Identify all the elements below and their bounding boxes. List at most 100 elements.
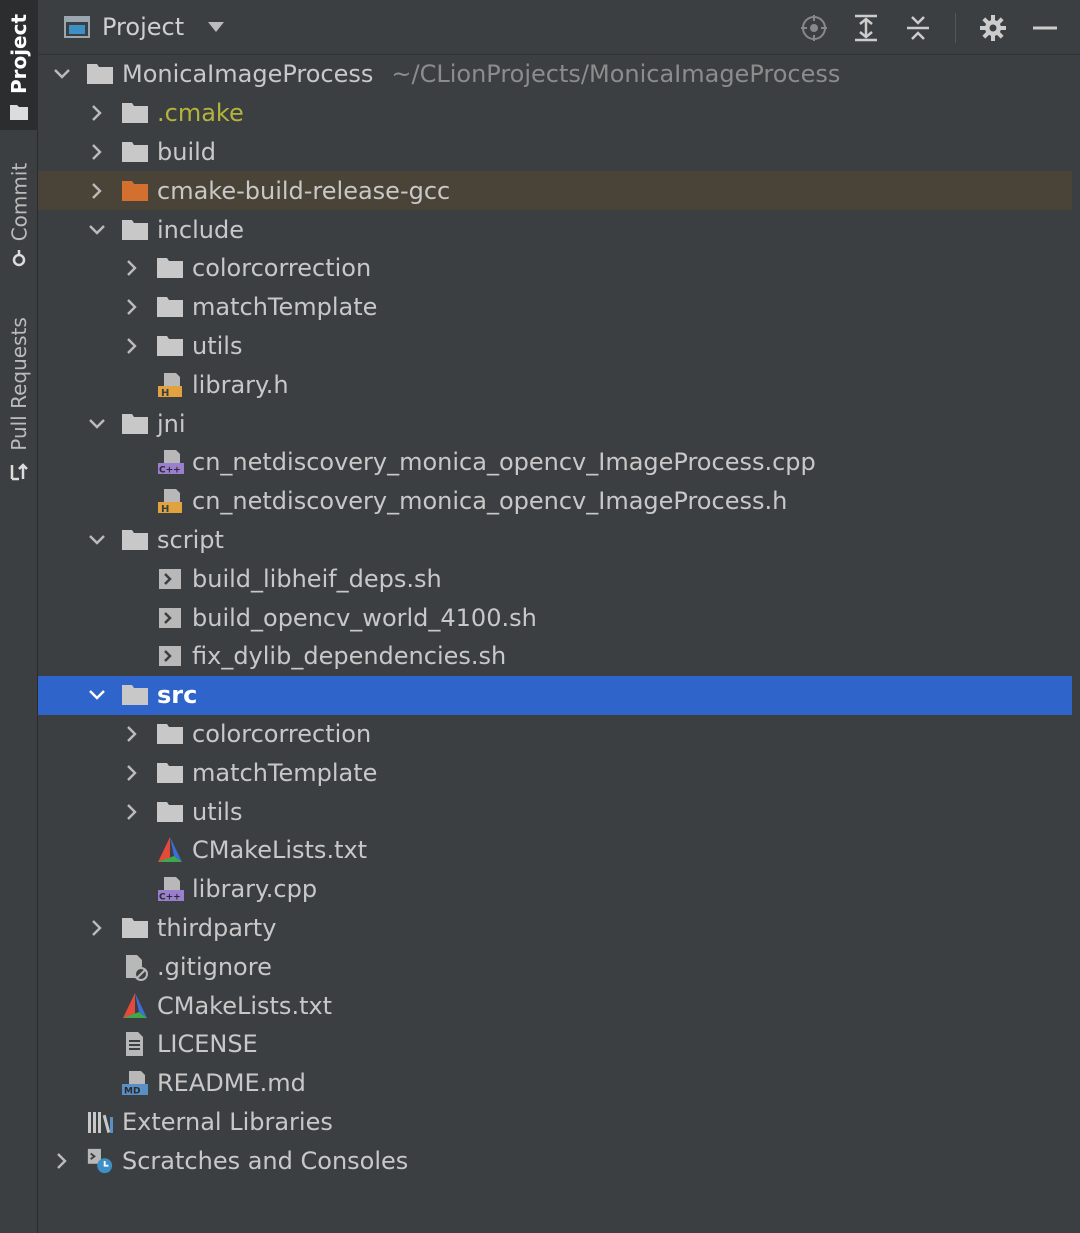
tree-row-label: matchTemplate [192, 293, 378, 322]
settings-button[interactable] [978, 13, 1008, 43]
shell-script-icon [156, 642, 184, 670]
tree-row[interactable]: MonicaImageProcess ~/CLionProjects/Monica… [38, 55, 1072, 94]
excluded-folder-icon [121, 177, 149, 205]
tree-row[interactable]: build_libheif_deps.sh [38, 559, 1072, 598]
folder-icon [121, 216, 149, 244]
locate-button[interactable] [799, 13, 829, 43]
expand-all-button[interactable] [851, 13, 881, 43]
tree-row-label: .cmake [157, 99, 244, 128]
tree-row[interactable]: matchTemplate [38, 753, 1072, 792]
svg-text:H: H [161, 388, 169, 399]
tree-row-label: CMakeLists.txt [157, 991, 333, 1020]
minimize-button[interactable] [1030, 13, 1060, 43]
tree-row[interactable]: build [38, 133, 1072, 172]
collapse-all-button[interactable] [903, 13, 933, 43]
tree-row[interactable]: matchTemplate [38, 288, 1072, 327]
svg-text:MD: MD [124, 1087, 140, 1097]
chevron-down-icon[interactable] [87, 414, 107, 434]
tree-row-label: LICENSE [157, 1030, 258, 1059]
chevron-right-icon[interactable] [52, 1151, 72, 1171]
header-file-icon: H [156, 371, 184, 399]
chevron-right-icon[interactable] [122, 336, 142, 356]
chevron-right-icon[interactable] [87, 142, 107, 162]
chevron-right-icon[interactable] [122, 802, 142, 822]
gear-icon [980, 14, 1006, 41]
tree-row[interactable]: colorcorrection [38, 249, 1072, 288]
strip-tab-label: Pull Requests [7, 317, 32, 451]
tool-window-strip: Project Commit Pull Requests [0, 0, 38, 1233]
tree-row[interactable]: CMakeLists.txt [38, 986, 1072, 1025]
tree-row-label: library.h [192, 370, 289, 399]
strip-tab-project[interactable]: Project [0, 0, 38, 130]
project-window-icon [64, 16, 90, 38]
project-tree: MonicaImageProcess ~/CLionProjects/Monica… [38, 55, 1072, 1180]
tree-row[interactable]: CMakeLists.txt [38, 831, 1072, 870]
cpp-file-icon: C++ [156, 875, 184, 903]
tree-row-label: cn_netdiscovery_monica_opencv_ImageProce… [192, 487, 788, 516]
tree-row-label: README.md [157, 1069, 306, 1098]
tree-row-label: CMakeLists.txt [192, 836, 368, 865]
text-file-icon [121, 1030, 149, 1058]
tree-row[interactable]: utils [38, 792, 1072, 831]
project-title[interactable]: Project [102, 13, 184, 41]
folder-icon [121, 914, 149, 942]
tree-row[interactable]: .gitignore [38, 947, 1072, 986]
tree-row[interactable]: MD README.md [38, 1064, 1072, 1103]
chevron-down-icon[interactable] [208, 22, 225, 32]
tree-row-label: MonicaImageProcess [122, 60, 374, 89]
tree-row-label: colorcorrection [192, 719, 372, 748]
chevron-right-icon[interactable] [122, 297, 142, 317]
tree-row-label: build [157, 137, 217, 166]
tree-row-label: utils [192, 797, 243, 826]
tree-row[interactable]: build_opencv_world_4100.sh [38, 598, 1072, 637]
tree-row[interactable]: C++ library.cpp [38, 870, 1072, 909]
tree-row[interactable]: .cmake [38, 94, 1072, 133]
folder-icon [121, 526, 149, 554]
tree-row-label: External Libraries [122, 1107, 333, 1136]
strip-tab-pull-requests[interactable]: Pull Requests [0, 300, 38, 500]
chevron-down-icon[interactable] [87, 220, 107, 240]
cmake-icon [121, 992, 149, 1020]
tree-row[interactable]: jni [38, 404, 1072, 443]
folder-icon [156, 293, 184, 321]
chevron-down-icon[interactable] [52, 64, 72, 84]
tree-row-label: build_opencv_world_4100.sh [192, 603, 537, 632]
chevron-right-icon[interactable] [122, 258, 142, 278]
tree-row[interactable]: External Libraries [38, 1103, 1072, 1142]
tree-row[interactable]: include [38, 210, 1072, 249]
tree-row[interactable]: Hcn_netdiscovery_monica_opencv_ImageProc… [38, 482, 1072, 521]
chevron-right-icon[interactable] [122, 763, 142, 783]
locate-icon [801, 14, 827, 41]
chevron-right-icon[interactable] [122, 724, 142, 744]
chevron-right-icon[interactable] [87, 103, 107, 123]
folder-icon [121, 138, 149, 166]
tree-row[interactable]: colorcorrection [38, 715, 1072, 754]
tree-row-label: .gitignore [157, 952, 272, 981]
tree-row-label: jni [157, 409, 186, 438]
chevron-down-icon[interactable] [87, 685, 107, 705]
pull-request-icon [10, 463, 28, 481]
tree-row[interactable]: LICENSE [38, 1025, 1072, 1064]
tree-row[interactable]: Scratches and Consoles [38, 1141, 1072, 1180]
tree-row-label: cn_netdiscovery_monica_opencv_ImageProce… [192, 448, 816, 477]
tree-row[interactable]: C++ cn_netdiscovery_monica_opencv_ImagePr… [38, 443, 1072, 482]
strip-tab-commit[interactable]: Commit [0, 150, 38, 280]
scratches-icon [86, 1147, 114, 1175]
chevron-right-icon[interactable] [87, 181, 107, 201]
tree-row[interactable]: thirdparty [38, 909, 1072, 948]
tree-row-label: colorcorrection [192, 254, 372, 283]
tree-row[interactable]: src [38, 675, 1072, 715]
tree-row[interactable]: utils [38, 327, 1072, 366]
folder-icon [121, 410, 149, 438]
tree-row[interactable]: cmake-build-release-gcc [38, 171, 1072, 211]
folder-icon [156, 798, 184, 826]
tree-row[interactable]: Hlibrary.h [38, 365, 1072, 404]
tree-row[interactable]: fix_dylib_dependencies.sh [38, 637, 1072, 676]
chevron-right-icon[interactable] [87, 918, 107, 938]
chevron-down-icon[interactable] [87, 530, 107, 550]
folder-icon [121, 681, 149, 709]
tree-row[interactable]: script [38, 521, 1072, 560]
ignored-file-icon [121, 953, 149, 981]
cmake-icon [156, 836, 184, 864]
markdown-file-icon: MD [121, 1069, 149, 1097]
